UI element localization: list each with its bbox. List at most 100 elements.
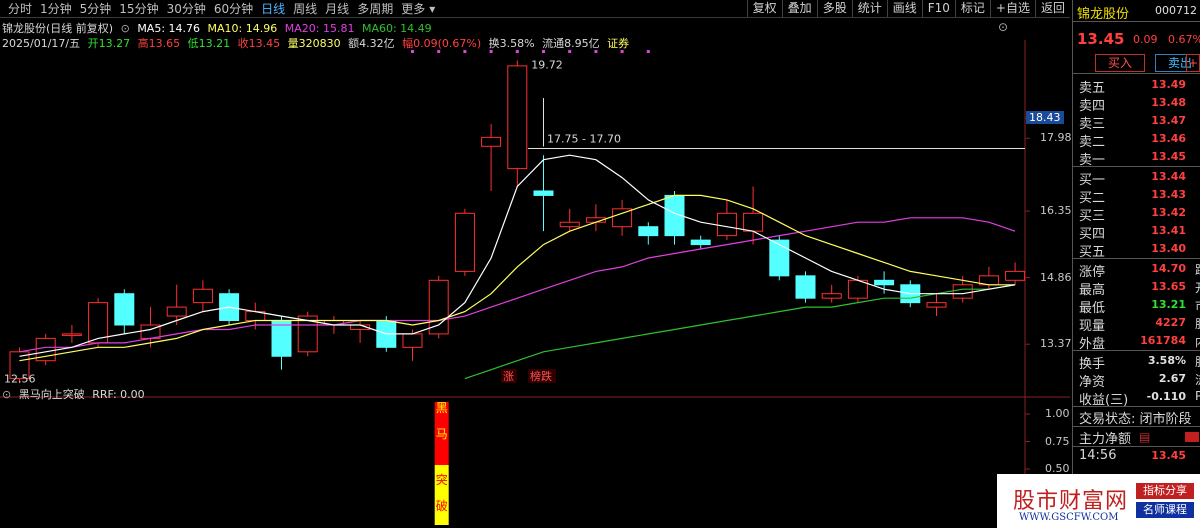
- period-tab[interactable]: 更多: [397, 1, 429, 17]
- candle[interactable]: [35, 333, 56, 366]
- buy-button[interactable]: 买入: [1095, 54, 1145, 72]
- ma20-label: MA20: 15.81: [284, 22, 355, 35]
- indicator-chart[interactable]: 黑马突破: [0, 398, 1070, 528]
- candle[interactable]: [428, 275, 449, 339]
- toolbar-button[interactable]: 标记: [954, 0, 990, 17]
- period-tab[interactable]: 5分钟: [76, 1, 116, 17]
- toolbar-button[interactable]: 复权: [746, 0, 782, 17]
- quote-row-label: 卖一: [1079, 153, 1106, 168]
- candle[interactable]: [795, 271, 816, 303]
- rank-tag[interactable]: 榜跌: [530, 369, 552, 383]
- candle[interactable]: [743, 186, 764, 245]
- quote-row-value: 4227: [1155, 316, 1186, 329]
- main-flow[interactable]: 主力净额 ▤: [1073, 426, 1200, 447]
- candle[interactable]: [664, 190, 685, 245]
- candle[interactable]: [690, 235, 711, 250]
- candle[interactable]: [769, 235, 790, 281]
- flow-color-swatch: [1185, 432, 1199, 442]
- candle[interactable]: [978, 266, 999, 290]
- menu-icon[interactable]: ▤: [1139, 430, 1150, 444]
- candle[interactable]: [166, 284, 187, 325]
- quote-row-value: 13.43: [1151, 188, 1186, 201]
- period-tab[interactable]: 周线: [289, 1, 321, 17]
- candle[interactable]: [821, 284, 842, 303]
- ma10-label: MA10: 14.96: [207, 22, 278, 35]
- candle[interactable]: [559, 208, 580, 232]
- toolbar-button[interactable]: +自选: [989, 0, 1035, 17]
- chart-settings-icon[interactable]: ⊙: [998, 20, 1008, 34]
- price-axis-label: 18.43: [1026, 111, 1064, 125]
- quote-row-value: 3.58%: [1147, 354, 1186, 367]
- period-tab[interactable]: 30分钟: [163, 1, 210, 17]
- candle[interactable]: [454, 208, 475, 276]
- quote-row-value: 13.42: [1151, 206, 1186, 219]
- signal-dot: [594, 50, 598, 53]
- candle[interactable]: [350, 320, 371, 343]
- candle[interactable]: [612, 199, 633, 236]
- quote-row: 卖二 13.46: [1073, 130, 1200, 150]
- tool-buttons: 复权 叠加 多股 统计 画线 F10 标记 +自选 返回: [746, 0, 1070, 17]
- period-tab[interactable]: 1分钟: [36, 1, 76, 17]
- signal-dot: [489, 50, 493, 53]
- toolbar-button[interactable]: 叠加: [781, 0, 817, 17]
- toolbar-button[interactable]: 返回: [1034, 0, 1070, 17]
- period-tab[interactable]: 月线: [321, 1, 353, 17]
- toolbar-button[interactable]: 多股: [816, 0, 852, 17]
- candle-body-up: [192, 288, 213, 304]
- candle[interactable]: [88, 298, 109, 348]
- candle[interactable]: [507, 60, 528, 187]
- add-watch-button[interactable]: +: [1186, 54, 1200, 72]
- price-axis-label: 17.98: [1040, 131, 1072, 145]
- candle-body-up: [507, 65, 528, 170]
- signal-dot: [568, 50, 572, 53]
- chevron-down-icon[interactable]: ▾: [429, 1, 439, 17]
- candle-body-down: [638, 226, 659, 237]
- candlestick-chart[interactable]: 19.72 12.56 17.75 - 17.70 涨 榜跌: [0, 40, 1070, 398]
- toolbar-button[interactable]: 画线: [886, 0, 922, 17]
- candle-body-up: [926, 302, 947, 308]
- signal-char: 黑: [436, 401, 448, 415]
- quote-stats: 涨停14.70跌最高13.65开最低13.21市现量4227股外盘161784内: [1073, 258, 1200, 352]
- quote-row: 最低13.21市: [1073, 296, 1200, 316]
- candle[interactable]: [192, 280, 213, 312]
- quote-row: 涨停14.70跌: [1073, 260, 1200, 280]
- quote-row-ext: 股: [1195, 315, 1200, 332]
- candle-body-up: [166, 306, 187, 317]
- signal-char: 马: [436, 427, 448, 441]
- period-tab[interactable]: 15分钟: [115, 1, 162, 17]
- quote-price-row: 13.45 0.09 0.67%: [1073, 22, 1200, 52]
- toolbar-button[interactable]: 统计: [851, 0, 887, 17]
- candle-body-up: [952, 284, 973, 299]
- quote-row-ext: 市: [1195, 297, 1200, 314]
- candle[interactable]: [926, 293, 947, 317]
- candle[interactable]: [297, 311, 318, 357]
- quote-row-value: 13.45: [1151, 150, 1186, 163]
- candle[interactable]: [716, 199, 737, 241]
- candle[interactable]: [271, 316, 292, 370]
- price-axis-label: 14.86: [1040, 270, 1072, 284]
- period-tab[interactable]: 多周期: [353, 1, 397, 17]
- candle-body-up: [743, 212, 764, 232]
- candle[interactable]: [638, 222, 659, 245]
- quote-row-value: 2.67: [1158, 372, 1186, 385]
- price-axis-label: 16.35: [1040, 204, 1072, 218]
- period-tab[interactable]: 日线: [257, 1, 289, 17]
- tick-row: 14:56 13.45: [1073, 446, 1200, 466]
- period-tab[interactable]: 分时: [4, 1, 36, 17]
- candle[interactable]: [114, 289, 135, 334]
- candle[interactable]: [481, 123, 502, 191]
- quote-row-value: 13.49: [1151, 78, 1186, 91]
- watermark-tag-course: 名师课程: [1136, 502, 1194, 518]
- toolbar-button[interactable]: F10: [921, 0, 955, 17]
- quote-row-ext: P: [1195, 389, 1200, 403]
- quote-row: 换手3.58%股: [1073, 352, 1200, 372]
- quote-row: 买四 13.41: [1073, 222, 1200, 242]
- candle[interactable]: [585, 204, 606, 232]
- zt-tag[interactable]: 涨: [503, 370, 514, 383]
- candle[interactable]: [1005, 262, 1026, 285]
- period-tab[interactable]: 60分钟: [210, 1, 257, 17]
- ma-toggle-icon[interactable]: ⊙: [121, 22, 130, 35]
- signal-dot: [515, 50, 519, 53]
- candle[interactable]: [61, 324, 82, 343]
- quote-row-label: 外盘: [1079, 337, 1106, 352]
